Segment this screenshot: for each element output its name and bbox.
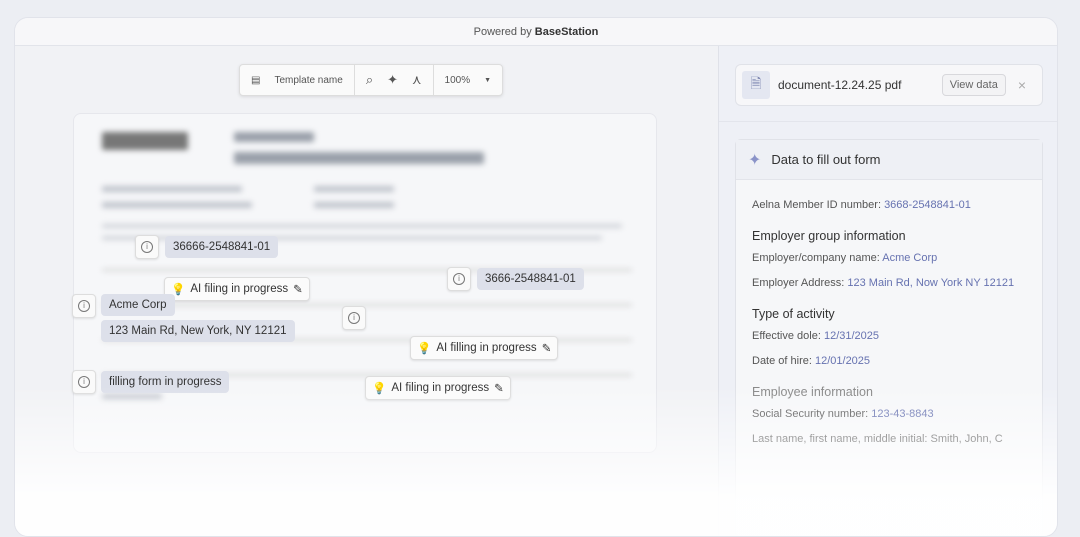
field-chip[interactable]: Acme Corp (101, 294, 175, 316)
field-value: 123 Main Rd, Now York NY 12121 (847, 277, 1015, 289)
form-data-card: ✦ Data to fill out form Aelna Member ID n… (735, 139, 1043, 536)
field-chip[interactable]: filling form in progress (101, 371, 230, 393)
lightbulb-icon: 💡 (417, 343, 432, 355)
info-button[interactable]: i (342, 306, 366, 330)
info-icon: i (348, 312, 360, 324)
view-data-button[interactable]: View data (941, 74, 1006, 96)
search-icon[interactable]: ⌕ (366, 72, 373, 88)
info-icon: i (141, 241, 153, 253)
field-label: Employer Address: (752, 277, 845, 289)
field-value: Acme Corp (882, 252, 938, 264)
sparkle-icon[interactable]: ✦ (387, 72, 398, 88)
field-value: Smith, John, C (930, 433, 1003, 445)
field-value: 12/01/2025 (814, 355, 871, 367)
section-heading: Employee information (752, 385, 873, 399)
field-chip[interactable]: 3666-2548841-01 (477, 268, 584, 290)
field-chip[interactable]: 123 Main Rd, New York, NY 12121 (101, 320, 295, 342)
document-icon: 🗎 (742, 71, 770, 99)
field-label: Employer/company name: (752, 252, 880, 264)
pencil-icon[interactable]: ✎ (494, 381, 504, 395)
chevron-down-icon: ▼ (484, 76, 492, 84)
field-value: 12/31/2025 (823, 330, 880, 342)
app-window: Powered by BaseStation ▤ Template name ⌕ … (14, 17, 1058, 537)
field-label: Last name, first name, middle initial: (752, 433, 928, 445)
divider (719, 121, 1057, 122)
ai-status-text: AI filling in progress (436, 342, 537, 354)
lightbulb-icon: 💡 (372, 383, 387, 395)
viewer-toolbar: ▤ Template name ⌕ ✦ ⋏ 100% ▼ (239, 64, 504, 96)
ai-filling-badge[interactable]: 💡 AI filing in progress ✎ (164, 277, 310, 301)
section-heading: Employer group information (752, 229, 906, 243)
powered-by-text: Powered by (473, 26, 532, 38)
file-card: 🗎 document-12.24.25 pdf View data × (735, 64, 1043, 106)
template-name-label: Template name (274, 74, 343, 86)
ai-status-text: AI filing in progress (391, 382, 490, 394)
template-icon: ▤ (251, 74, 261, 86)
data-panel: 🗎 document-12.24.25 pdf View data × ✦ Dat… (718, 46, 1057, 536)
info-button[interactable]: i (72, 370, 96, 394)
brand-name: BaseStation (534, 26, 599, 38)
zoom-value: 100% (444, 74, 471, 86)
field-value: 123-43-8843 (871, 408, 934, 420)
field-label: Aelna Member ID number: (752, 199, 881, 211)
field-label: Social Security number: (752, 408, 869, 420)
file-name: document-12.24.25 pdf (778, 78, 902, 92)
powered-by-bar: Powered by BaseStation (15, 18, 1057, 46)
document-viewer: ▤ Template name ⌕ ✦ ⋏ 100% ▼ i 36666-254… (15, 46, 718, 536)
ai-filling-badge[interactable]: 💡 AI filling in progress ✎ (410, 336, 559, 360)
close-icon[interactable]: × (1018, 77, 1026, 93)
info-button[interactable]: i (447, 267, 471, 291)
field-value: 3668-2548841-01 (884, 199, 971, 211)
template-name-button[interactable]: ▤ Template name (240, 65, 355, 95)
info-icon: i (453, 273, 465, 285)
info-button[interactable]: i (135, 235, 159, 259)
field-chip[interactable]: 36666-2548841-01 (165, 236, 279, 258)
section-heading: Type of activity (752, 307, 835, 321)
info-button[interactable]: i (72, 294, 96, 318)
ai-status-text: AI filing in progress (190, 283, 289, 295)
field-label: Effective dole: (752, 330, 821, 342)
zoom-select[interactable]: 100% ▼ (434, 65, 503, 95)
sparkle-icon: ✦ (748, 151, 762, 169)
ai-filling-badge[interactable]: 💡 AI filing in progress ✎ (365, 376, 511, 400)
info-icon: i (78, 376, 90, 388)
info-icon: i (78, 300, 90, 312)
field-label: Date of hire: (752, 355, 812, 367)
person-icon[interactable]: ⋏ (412, 72, 422, 88)
pencil-icon[interactable]: ✎ (542, 341, 552, 355)
card-title: Data to fill out form (771, 152, 881, 167)
pencil-icon[interactable]: ✎ (293, 282, 303, 296)
